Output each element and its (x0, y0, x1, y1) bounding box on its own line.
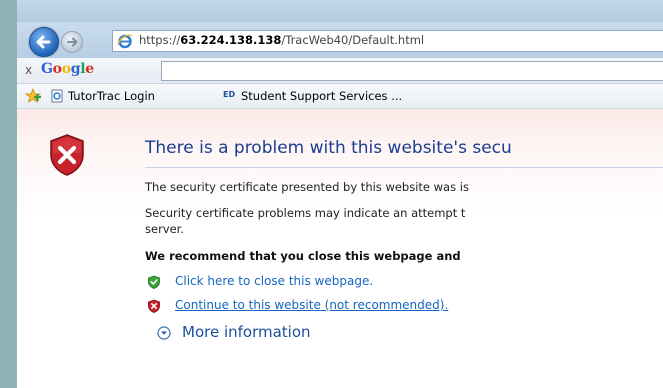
security-warning-line2: server. (145, 222, 185, 236)
page-icon (51, 89, 63, 103)
browser-window: https://63.224.138.138/TracWeb40/Default… (17, 0, 663, 388)
forward-arrow-icon (67, 37, 78, 47)
back-arrow-icon (36, 35, 51, 49)
favorites-bar: TutorTrac Login ED Student Support Servi… (17, 84, 663, 109)
favorites-star-icon[interactable] (25, 88, 42, 104)
security-warning-line1: Security certificate problems may indica… (145, 206, 466, 220)
google-logo: Google (41, 61, 94, 77)
google-toolbar-close-button[interactable]: x (25, 63, 32, 77)
continue-to-website-link[interactable]: Continue to this website (not recommende… (175, 298, 448, 312)
page-title: There is a problem with this website's s… (145, 138, 512, 158)
recommendation-text: We recommend that you close this webpage… (145, 249, 461, 263)
title-divider (145, 167, 663, 168)
url-host: 63.224.138.138 (180, 33, 282, 47)
red-shield-x-icon (148, 299, 160, 313)
google-toolbar: x Google (17, 58, 663, 84)
error-shield-icon (50, 134, 84, 176)
address-url: https://63.224.138.138/TracWeb40/Default… (139, 33, 424, 47)
more-information-toggle[interactable]: More information (182, 323, 311, 341)
chevron-down-circle-icon[interactable] (157, 326, 171, 340)
google-search-input[interactable] (161, 61, 663, 81)
ie-logo-icon (117, 34, 133, 49)
certificate-message: The security certificate presented by th… (145, 180, 469, 194)
forward-button[interactable] (61, 31, 83, 53)
favorite-student-support-services[interactable]: Student Support Services ... (241, 89, 402, 103)
title-bar (17, 0, 663, 22)
close-webpage-link[interactable]: Click here to close this webpage. (175, 274, 373, 288)
navigation-bar: https://63.224.138.138/TracWeb40/Default… (17, 22, 663, 59)
certificate-error-page: There is a problem with this website's s… (17, 109, 663, 388)
favorite-tutortrac-login[interactable]: TutorTrac Login (68, 89, 155, 103)
url-prefix: https:// (139, 33, 181, 47)
address-bar[interactable]: https://63.224.138.138/TracWeb40/Default… (112, 30, 663, 52)
back-button[interactable] (29, 27, 59, 57)
ed-logo-icon: ED (223, 90, 236, 99)
url-path: /TracWeb40/Default.html (281, 33, 425, 47)
green-shield-check-icon (148, 275, 160, 289)
